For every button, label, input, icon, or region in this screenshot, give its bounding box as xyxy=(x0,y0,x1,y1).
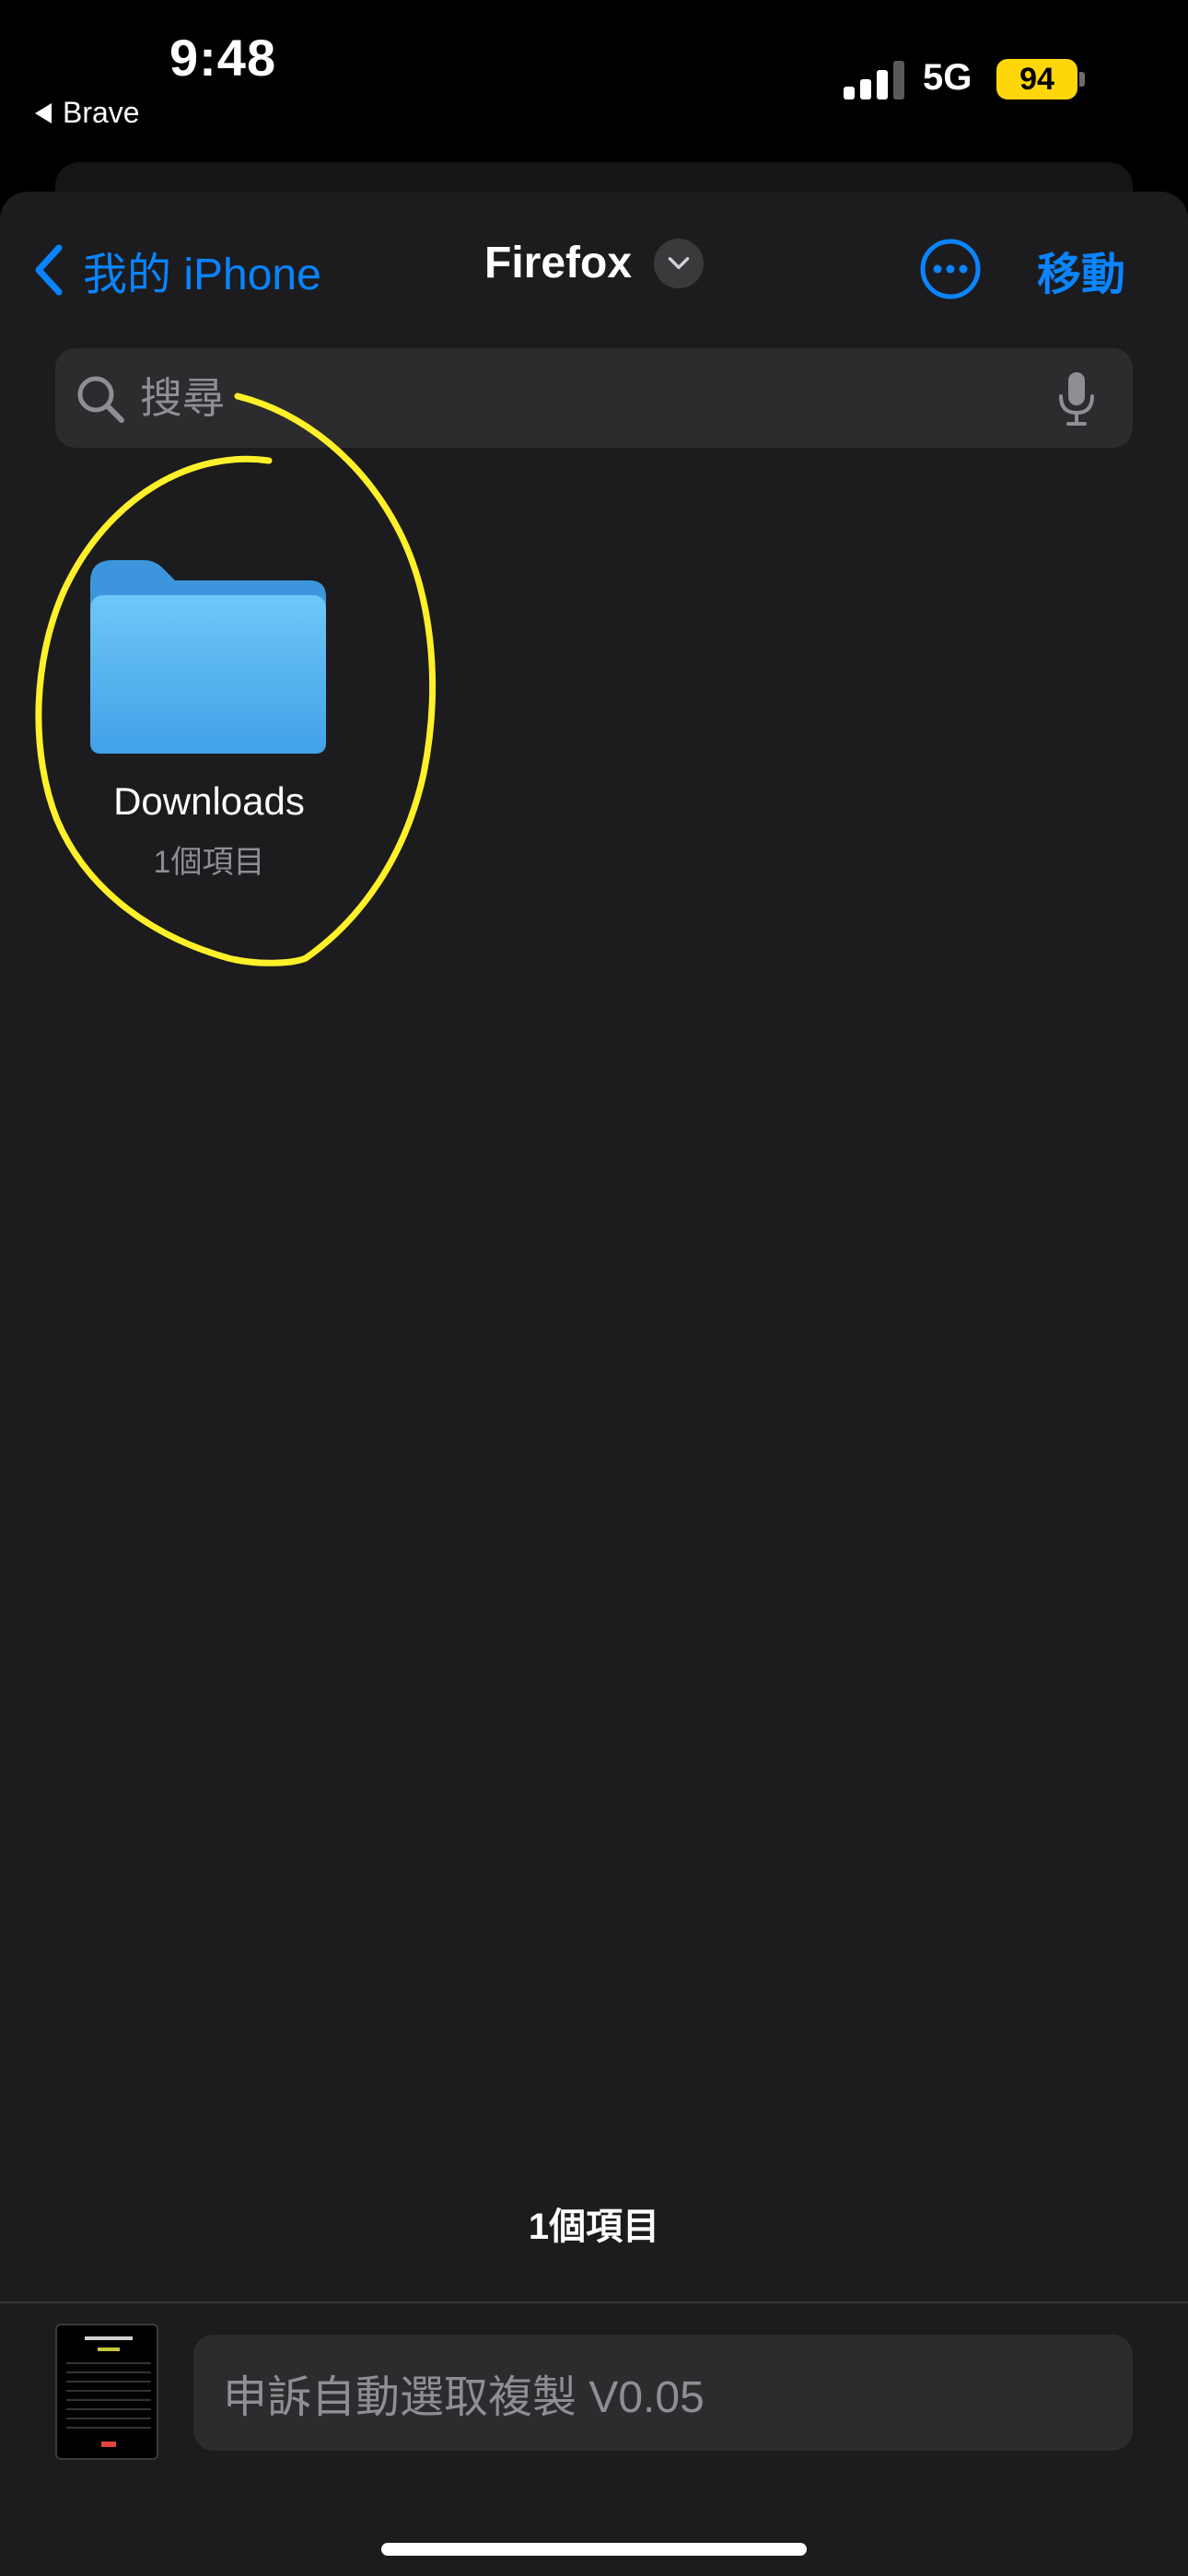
ellipsis-circle-icon xyxy=(920,239,981,299)
battery-indicator: 94 xyxy=(996,59,1077,100)
network-type: 5G xyxy=(923,57,973,98)
status-time: 9:48 xyxy=(169,29,277,87)
folder-icon xyxy=(90,560,326,754)
back-to-app-button[interactable]: Brave xyxy=(35,96,140,130)
battery-tip-icon xyxy=(1079,72,1085,87)
footer-divider xyxy=(0,2301,1188,2303)
file-thumbnail xyxy=(55,2324,158,2460)
search-icon xyxy=(77,376,124,423)
cellular-signal-icon xyxy=(844,61,904,100)
chevron-down-icon xyxy=(654,238,705,288)
folder-title-menu[interactable]: Firefox xyxy=(484,238,705,288)
files-picker-screen: 9:48 Brave 5G 94 我的 iPhone Firefox 移動 搜尋… xyxy=(0,0,1188,2576)
back-triangle-icon xyxy=(35,102,52,123)
microphone-icon[interactable] xyxy=(1054,370,1100,427)
total-item-count: 1個項目 xyxy=(528,2207,660,2247)
search-input[interactable] xyxy=(140,367,969,429)
folder-title: Firefox xyxy=(484,239,633,287)
search-bar xyxy=(55,348,1133,448)
more-options-button[interactable] xyxy=(919,238,982,300)
back-label: 我的 iPhone xyxy=(83,251,321,299)
folder-name: Downloads xyxy=(113,779,305,823)
move-button[interactable]: 移動 xyxy=(1037,238,1125,302)
back-app-label: Brave xyxy=(63,96,140,129)
chevron-left-icon xyxy=(35,244,63,296)
home-indicator xyxy=(381,2543,807,2556)
document-picker-sheet: 我的 iPhone Firefox 移動 搜尋 Downloads 1個項目 1… xyxy=(0,192,1188,2576)
folder-item-count: 1個項目 xyxy=(153,845,265,880)
back-to-my-iphone-button[interactable]: 我的 iPhone xyxy=(33,238,321,302)
folder-item-downloads[interactable]: Downloads 1個項目 xyxy=(39,560,379,892)
filename-field[interactable] xyxy=(193,2335,1133,2451)
